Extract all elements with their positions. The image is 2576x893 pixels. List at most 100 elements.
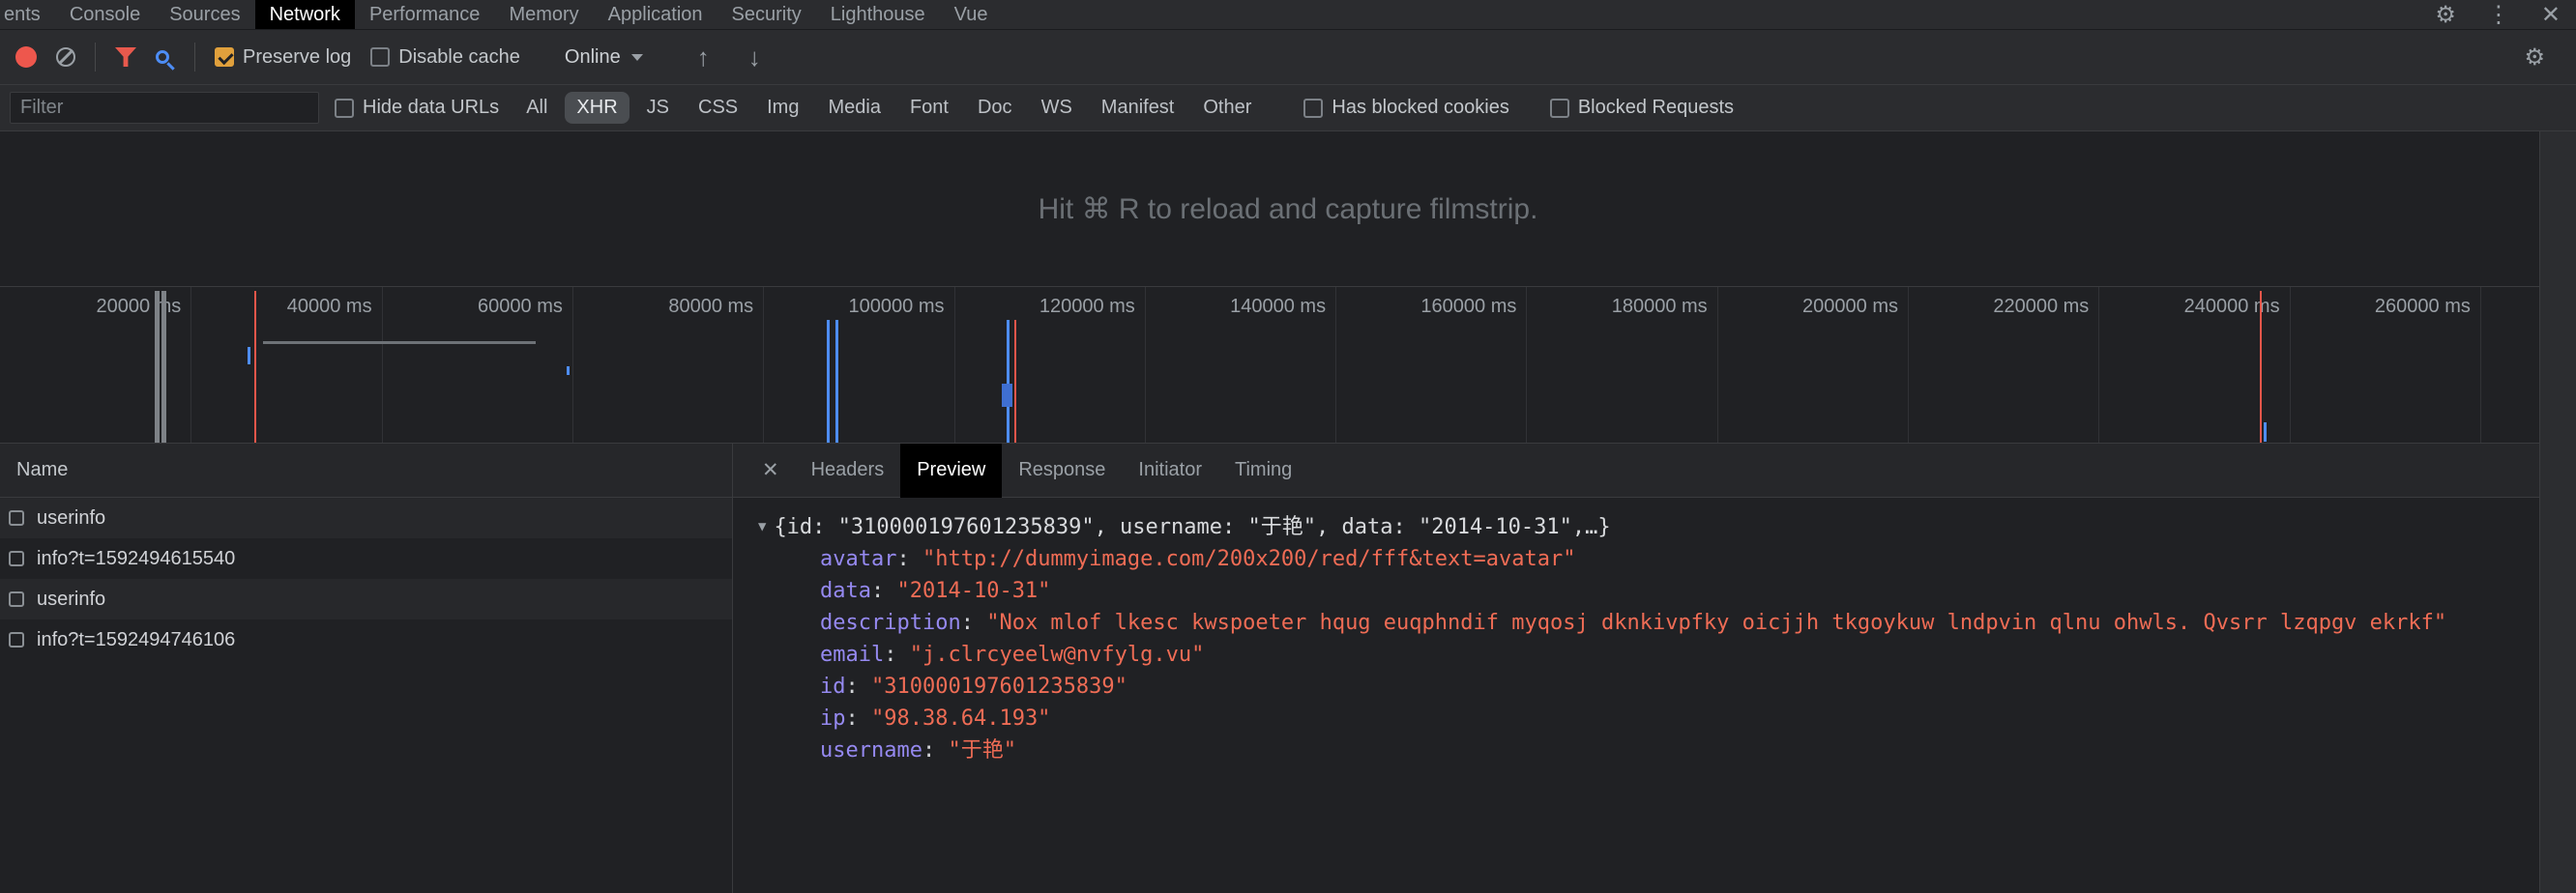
- request-icon: [9, 632, 24, 648]
- tab-memory[interactable]: Memory: [494, 0, 593, 29]
- detail-tab-timing[interactable]: Timing: [1218, 444, 1308, 498]
- tab-lighthouse[interactable]: Lighthouse: [816, 0, 940, 29]
- checkbox-checked-icon: [215, 47, 234, 67]
- detail-tab-response[interactable]: Response: [1002, 444, 1122, 498]
- network-toolbar: Preserve log Disable cache Online ↑ ↓ ⚙: [0, 30, 2576, 85]
- expander-triangle-icon[interactable]: ▼: [758, 511, 766, 543]
- request-row-userinfo-1[interactable]: userinfo: [0, 498, 732, 538]
- preserve-log-checkbox[interactable]: Preserve log: [215, 46, 351, 69]
- request-row-info-2[interactable]: info?t=1592494746106: [0, 619, 732, 660]
- settings-gear-icon[interactable]: ⚙: [2419, 0, 2472, 29]
- filter-type-media[interactable]: Media: [816, 92, 892, 124]
- devtools-tab-bar: ents Console Sources Network Performance…: [0, 0, 2576, 30]
- timeline-tick-label: 160000 ms: [1420, 296, 1517, 317]
- json-property-id[interactable]: id: "310000197601235839": [758, 671, 2576, 703]
- tab-network[interactable]: Network: [254, 0, 355, 29]
- timeline-tick-label: 200000 ms: [1802, 296, 1898, 317]
- json-property-description[interactable]: description: "Nox mlof lkesc kwspoeter h…: [758, 607, 2576, 639]
- timeline-gridline: [953, 287, 955, 443]
- tab-elements[interactable]: ents: [0, 0, 55, 29]
- tab-vue[interactable]: Vue: [940, 0, 1003, 29]
- filter-type-doc[interactable]: Doc: [966, 92, 1024, 124]
- name-column-header[interactable]: Name: [0, 444, 732, 498]
- timeline-gridline: [1335, 287, 1337, 443]
- request-name: userinfo: [37, 506, 106, 529]
- json-property-data[interactable]: data: "2014-10-31": [758, 575, 2576, 607]
- json-property-ip[interactable]: ip: "98.38.64.193": [758, 703, 2576, 735]
- request-name: userinfo: [37, 588, 106, 610]
- checkbox-unchecked-icon: [370, 47, 391, 67]
- kebab-menu-icon[interactable]: ⋮: [2472, 0, 2526, 29]
- record-button[interactable]: [15, 46, 37, 68]
- tab-application[interactable]: Application: [594, 0, 717, 29]
- json-property-email[interactable]: email: "j.clrcyeelw@nvfylg.vu": [758, 639, 2576, 671]
- json-property-avatar[interactable]: avatar: "http://dummyimage.com/200x200/r…: [758, 543, 2576, 575]
- scrollbar-track[interactable]: [2539, 131, 2576, 893]
- timeline-gridline: [1908, 287, 1909, 443]
- detail-tab-headers[interactable]: Headers: [795, 444, 901, 498]
- blocked-requests-checkbox[interactable]: Blocked Requests: [1549, 97, 1735, 119]
- json-value: "于艳": [948, 738, 1016, 763]
- blocked-requests-label: Blocked Requests: [1577, 97, 1735, 118]
- filter-type-manifest[interactable]: Manifest: [1090, 92, 1186, 124]
- tab-console[interactable]: Console: [55, 0, 155, 29]
- timeline-activity-mark: [263, 341, 536, 344]
- timeline-gridline: [1144, 287, 1146, 443]
- filter-type-xhr[interactable]: XHR: [565, 92, 629, 124]
- throttling-select[interactable]: Online: [565, 46, 643, 69]
- json-separator: :: [960, 611, 987, 635]
- name-column-label: Name: [16, 459, 69, 480]
- tab-performance[interactable]: Performance: [355, 0, 495, 29]
- close-detail-icon[interactable]: ✕: [746, 458, 795, 482]
- filter-type-other[interactable]: Other: [1191, 92, 1263, 124]
- requests-panel: Name userinfo info?t=1592494615540 useri…: [0, 444, 733, 893]
- request-type-filters: All XHR JS CSS Img Media Font Doc WS Man…: [514, 92, 1263, 124]
- timeline-gridline: [190, 287, 192, 443]
- json-key: email: [820, 643, 885, 667]
- filter-funnel-icon[interactable]: [115, 47, 136, 67]
- request-icon: [9, 510, 24, 526]
- filter-type-all[interactable]: All: [514, 92, 559, 124]
- request-row-userinfo-2[interactable]: userinfo: [0, 579, 732, 619]
- clear-button[interactable]: [56, 47, 75, 67]
- tab-sources[interactable]: Sources: [155, 0, 254, 29]
- filter-input[interactable]: [10, 92, 319, 124]
- json-separator: :: [884, 643, 910, 667]
- hide-data-urls-checkbox[interactable]: Hide data URLs: [335, 97, 499, 119]
- detail-tab-preview[interactable]: Preview: [900, 443, 1003, 498]
- filter-type-js[interactable]: JS: [635, 92, 681, 124]
- request-name: info?t=1592494746106: [37, 628, 236, 650]
- detail-tab-initiator[interactable]: Initiator: [1122, 444, 1218, 498]
- has-blocked-cookies-checkbox[interactable]: Has blocked cookies: [1303, 97, 1509, 119]
- timeline-activity-mark: [2264, 422, 2267, 442]
- import-har-icon[interactable]: ↑: [688, 43, 719, 72]
- filter-type-css[interactable]: CSS: [687, 92, 749, 124]
- timeline-gridline: [2098, 287, 2100, 443]
- timeline-activity-mark: [835, 320, 838, 443]
- disable-cache-checkbox[interactable]: Disable cache: [370, 46, 520, 69]
- timeline-strip[interactable]: 20000 ms 40000 ms 60000 ms 80000 ms 100000 m…: [0, 286, 2576, 444]
- filter-type-ws[interactable]: WS: [1030, 92, 1084, 124]
- tab-bar-spacer: [1002, 0, 2419, 29]
- requests-list: userinfo info?t=1592494615540 userinfo i…: [0, 498, 732, 893]
- checkbox-unchecked-icon: [1549, 98, 1569, 118]
- json-root-row[interactable]: ▼ {id: "310000197601235839", username: "于…: [758, 511, 2576, 543]
- toolbar-divider: [194, 43, 195, 72]
- request-icon: [9, 551, 24, 566]
- timeline-activity-mark: [1007, 320, 1010, 443]
- timeline-gridline: [571, 287, 573, 443]
- json-separator: :: [896, 547, 922, 571]
- filter-type-img[interactable]: Img: [755, 92, 810, 124]
- network-settings-gear-icon[interactable]: ⚙: [2508, 43, 2561, 72]
- timeline-tick-label: 120000 ms: [1039, 296, 1135, 317]
- request-row-info-1[interactable]: info?t=1592494615540: [0, 538, 732, 579]
- close-devtools-icon[interactable]: ✕: [2526, 0, 2576, 29]
- json-separator: :: [922, 738, 949, 763]
- tab-security[interactable]: Security: [717, 0, 816, 29]
- filter-type-font[interactable]: Font: [898, 92, 960, 124]
- timeline-tick-label: 40000 ms: [286, 296, 372, 317]
- json-value: "2014-10-31": [896, 579, 1051, 603]
- export-har-icon[interactable]: ↓: [739, 43, 771, 72]
- search-icon[interactable]: [156, 50, 169, 64]
- json-property-username[interactable]: username: "于艳": [758, 735, 2576, 766]
